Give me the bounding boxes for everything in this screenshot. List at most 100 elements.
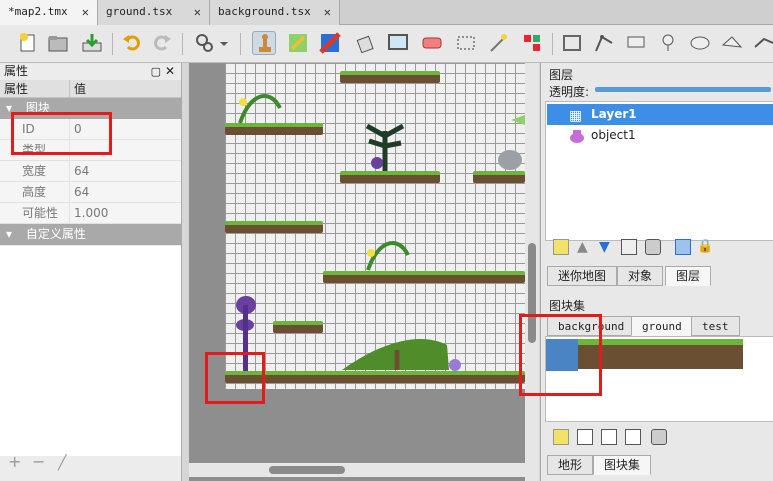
eraser-icon: [422, 37, 442, 49]
command-button[interactable]: [192, 31, 230, 55]
map-canvas[interactable]: [189, 63, 539, 481]
platform: [323, 271, 525, 283]
vertical-scrollbar[interactable]: [525, 63, 539, 481]
rectangle-select-tool[interactable]: [454, 31, 478, 55]
redo-button[interactable]: [150, 31, 174, 55]
magic-wand-tool[interactable]: [486, 31, 510, 55]
stamp-brush-tool[interactable]: [252, 31, 276, 55]
insert-point-tool[interactable]: [656, 31, 680, 55]
splitter-left[interactable]: [182, 63, 189, 481]
undo-button[interactable]: [120, 31, 144, 55]
lower-layer-icon[interactable]: ▼: [599, 239, 615, 255]
tab-objects[interactable]: 对象: [617, 266, 664, 286]
layer-item-object1[interactable]: object1: [547, 125, 773, 146]
random-mode-button[interactable]: [318, 31, 342, 55]
column-header-value[interactable]: 值: [70, 80, 86, 97]
float-icon[interactable]: ▢: [151, 63, 161, 80]
new-tileset-icon[interactable]: [553, 429, 569, 445]
object-layer-icon: [570, 130, 584, 143]
column-header-name[interactable]: 属性: [0, 80, 70, 97]
open-file-button[interactable]: [46, 31, 70, 55]
insert-rectangle-tool[interactable]: [624, 31, 648, 55]
remove-property-button[interactable]: −: [32, 452, 45, 471]
close-icon[interactable]: ✕: [324, 0, 331, 24]
main-toolbar: [0, 25, 773, 63]
insert-polygon-tool[interactable]: [720, 31, 744, 55]
hide-layers-icon[interactable]: [675, 239, 691, 255]
new-file-icon: [20, 33, 35, 52]
property-value[interactable]: 1.000: [70, 203, 181, 223]
new-layer-icon[interactable]: [553, 239, 569, 255]
tab-terrain[interactable]: 地形: [547, 455, 594, 475]
terrain-brush-tool[interactable]: [286, 31, 310, 55]
rock-decoration: [498, 150, 522, 170]
add-property-button[interactable]: +: [8, 452, 21, 471]
lock-icon[interactable]: 🔒: [697, 239, 713, 255]
select-same-tile-tool[interactable]: [520, 31, 544, 55]
insert-rectangle-icon: [627, 36, 645, 48]
save-button[interactable]: [80, 31, 104, 55]
tab-tileset-test[interactable]: test: [691, 316, 740, 336]
tab-map2[interactable]: *map2.tmx ✕: [0, 0, 98, 25]
tileset-properties-icon[interactable]: [625, 429, 641, 445]
ground-tiles[interactable]: [578, 339, 743, 369]
bucket-icon: [356, 35, 374, 54]
insert-ellipse-tool[interactable]: [688, 31, 712, 55]
tab-layers[interactable]: 图层: [665, 266, 712, 286]
random-icon: [319, 32, 341, 54]
export-tileset-icon[interactable]: [601, 429, 617, 445]
tab-ground[interactable]: ground.tsx ✕: [98, 0, 210, 25]
property-value: 64: [74, 185, 90, 199]
delete-tileset-icon[interactable]: [651, 429, 667, 445]
close-icon[interactable]: ✕: [82, 0, 89, 24]
stamp-icon: [259, 34, 271, 52]
collapse-icon: ▾: [6, 227, 13, 241]
new-file-button[interactable]: [16, 31, 40, 55]
layer-item-layer1[interactable]: ▦ Layer1: [547, 104, 773, 125]
property-key: 高度: [0, 182, 70, 202]
property-row[interactable]: 宽度 64: [0, 161, 181, 182]
tile-map[interactable]: [225, 63, 525, 389]
tab-tileset-ground[interactable]: ground: [631, 316, 693, 336]
tab-tilesets[interactable]: 图块集: [593, 455, 652, 475]
eraser-tool[interactable]: [420, 31, 444, 55]
layers-title: 图层: [549, 68, 574, 82]
insert-polyline-tool[interactable]: [752, 31, 773, 55]
property-row[interactable]: 高度 64: [0, 182, 181, 203]
platform: [225, 221, 323, 233]
select-objects-icon: [563, 35, 581, 51]
platform: [225, 123, 323, 135]
import-tileset-icon[interactable]: [577, 429, 593, 445]
document-tab-bar: *map2.tmx ✕ ground.tsx ✕ background.tsx …: [0, 0, 773, 25]
edit-polygons-tool[interactable]: [592, 31, 616, 55]
scrollbar-thumb[interactable]: [269, 466, 345, 474]
property-value: 64: [74, 164, 90, 178]
polyline-icon: [754, 37, 773, 48]
opacity-slider[interactable]: [595, 87, 771, 92]
platform: [340, 171, 440, 183]
polygon-icon: [721, 36, 743, 48]
tab-background[interactable]: background.tsx ✕: [210, 0, 340, 25]
property-row[interactable]: 可能性 1.000: [0, 203, 181, 224]
horizontal-scrollbar[interactable]: [189, 463, 525, 477]
duplicate-layer-icon[interactable]: [621, 239, 637, 255]
custom-properties-group[interactable]: ▾ 自定义属性: [0, 224, 181, 245]
right-dock: 图层 透明度: ▦ Layer1 object1 ▲ ▼ 🔒 迷你地图 对象 图…: [540, 63, 773, 481]
annotation-box: [205, 352, 265, 404]
tab-label: ground.tsx: [106, 5, 173, 18]
rename-property-button[interactable]: ╱: [58, 455, 66, 471]
delete-layer-icon[interactable]: [645, 239, 661, 255]
magic-wand-icon: [490, 34, 507, 52]
select-objects-tool[interactable]: [560, 31, 584, 55]
raise-layer-icon[interactable]: ▲: [577, 239, 593, 255]
platform: [340, 71, 440, 83]
folder-icon: [48, 36, 68, 52]
bucket-fill-tool[interactable]: [354, 31, 378, 55]
close-icon[interactable]: ✕: [165, 63, 175, 80]
group-label: 自定义属性: [25, 227, 86, 241]
annotation-box: [519, 314, 602, 396]
shape-fill-tool[interactable]: [386, 31, 410, 55]
tab-minimap[interactable]: 迷你地图: [547, 266, 618, 286]
tilesets-title: 图块集: [549, 299, 586, 313]
close-icon[interactable]: ✕: [194, 0, 201, 24]
